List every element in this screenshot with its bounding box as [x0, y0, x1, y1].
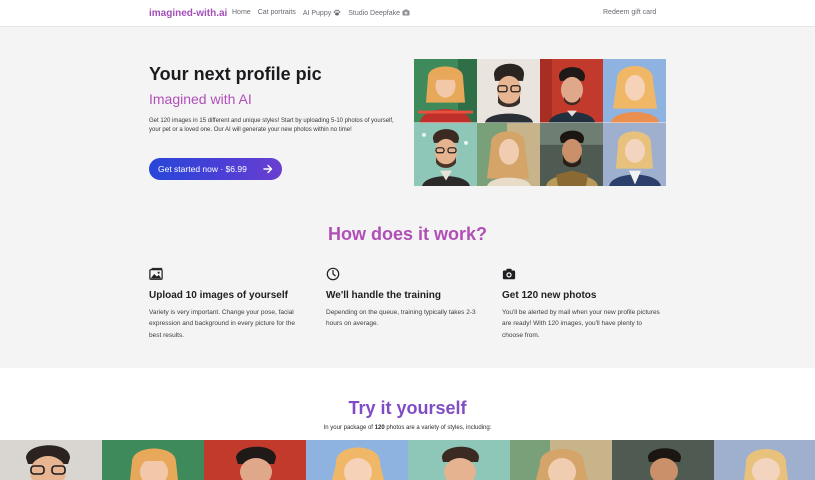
- hero-portrait-grid: [414, 59, 666, 186]
- photo-count: 120: [374, 425, 385, 431]
- camera-icon: [502, 268, 516, 280]
- portrait-image: [603, 59, 666, 123]
- navbar: imagined-with.ai Home Cat portraits AI P…: [0, 0, 815, 27]
- image-icon: [149, 267, 163, 280]
- nav-link-cat-portraits[interactable]: Cat portraits: [258, 9, 296, 17]
- paw-icon: [333, 9, 341, 16]
- step-text: You'll be alerted by mail when your new …: [502, 309, 660, 339]
- camera-icon: [402, 9, 410, 16]
- try-section-subtitle: In your package of 120 photos are a vari…: [0, 425, 815, 431]
- style-example-image[interactable]: [306, 440, 408, 480]
- try-section: Try it yourself In your package of 120 p…: [0, 368, 815, 480]
- portrait-image: [477, 122, 540, 186]
- step-training: We'll handle the training Depending on t…: [326, 267, 486, 330]
- subtitle-text: photos are a variety of styles, includin…: [384, 425, 492, 431]
- step-text: Depending on the queue, training typical…: [326, 309, 476, 328]
- style-example-image[interactable]: [510, 440, 612, 480]
- style-examples-strip: [0, 440, 815, 480]
- try-section-title: Try it yourself: [348, 398, 467, 418]
- clock-icon: [326, 267, 340, 281]
- nav-link-label: AI Puppy: [302, 10, 332, 17]
- hero-title: Your next profile pic: [149, 64, 322, 84]
- style-example-image[interactable]: [102, 440, 204, 480]
- portrait-image: [477, 59, 540, 123]
- step-results: Get 120 new photos You'll be alerted by …: [502, 267, 662, 341]
- step-upload: Upload 10 images of yourself Variety is …: [149, 267, 309, 341]
- brand-logo[interactable]: imagined-with.ai: [149, 8, 227, 19]
- portrait-image: [414, 59, 477, 123]
- portrait-image: [540, 59, 603, 123]
- nav-link-label: Studio Deepfake: [348, 10, 400, 17]
- style-example-image[interactable]: [204, 440, 306, 480]
- step-title: Get 120 new photos: [502, 290, 597, 301]
- portrait-image: [540, 122, 603, 186]
- step-title: Upload 10 images of yourself: [149, 290, 288, 301]
- hero-description: Get 120 images in 15 different and uniqu…: [149, 118, 394, 134]
- nav-links: Home Cat portraits AI Puppy Studio Deepf…: [232, 9, 410, 17]
- style-example-image[interactable]: [612, 440, 714, 480]
- style-example-image[interactable]: [408, 440, 510, 480]
- subtitle-text: In your package of: [323, 425, 375, 431]
- style-example-image[interactable]: [0, 440, 102, 480]
- nav-link-home[interactable]: Home: [232, 9, 251, 17]
- style-example-image[interactable]: [714, 440, 815, 480]
- get-started-button[interactable]: Get started now · $6.99: [149, 158, 282, 180]
- get-started-label: Get started now · $6.99: [158, 164, 247, 174]
- arrow-right-icon: [263, 164, 273, 174]
- step-text: Variety is very important. Change your p…: [149, 309, 295, 339]
- portrait-image: [603, 122, 666, 186]
- portrait-image: [414, 122, 477, 186]
- hero-subtitle: Imagined with AI: [149, 91, 252, 107]
- nav-link-studio-deepfake[interactable]: Studio Deepfake: [348, 9, 410, 17]
- how-section-title: How does it work?: [327, 224, 487, 244]
- step-title: We'll handle the training: [326, 290, 441, 301]
- redeem-gift-card-link[interactable]: Redeem gift card: [603, 9, 656, 16]
- nav-link-ai-puppy[interactable]: AI Puppy: [303, 9, 341, 17]
